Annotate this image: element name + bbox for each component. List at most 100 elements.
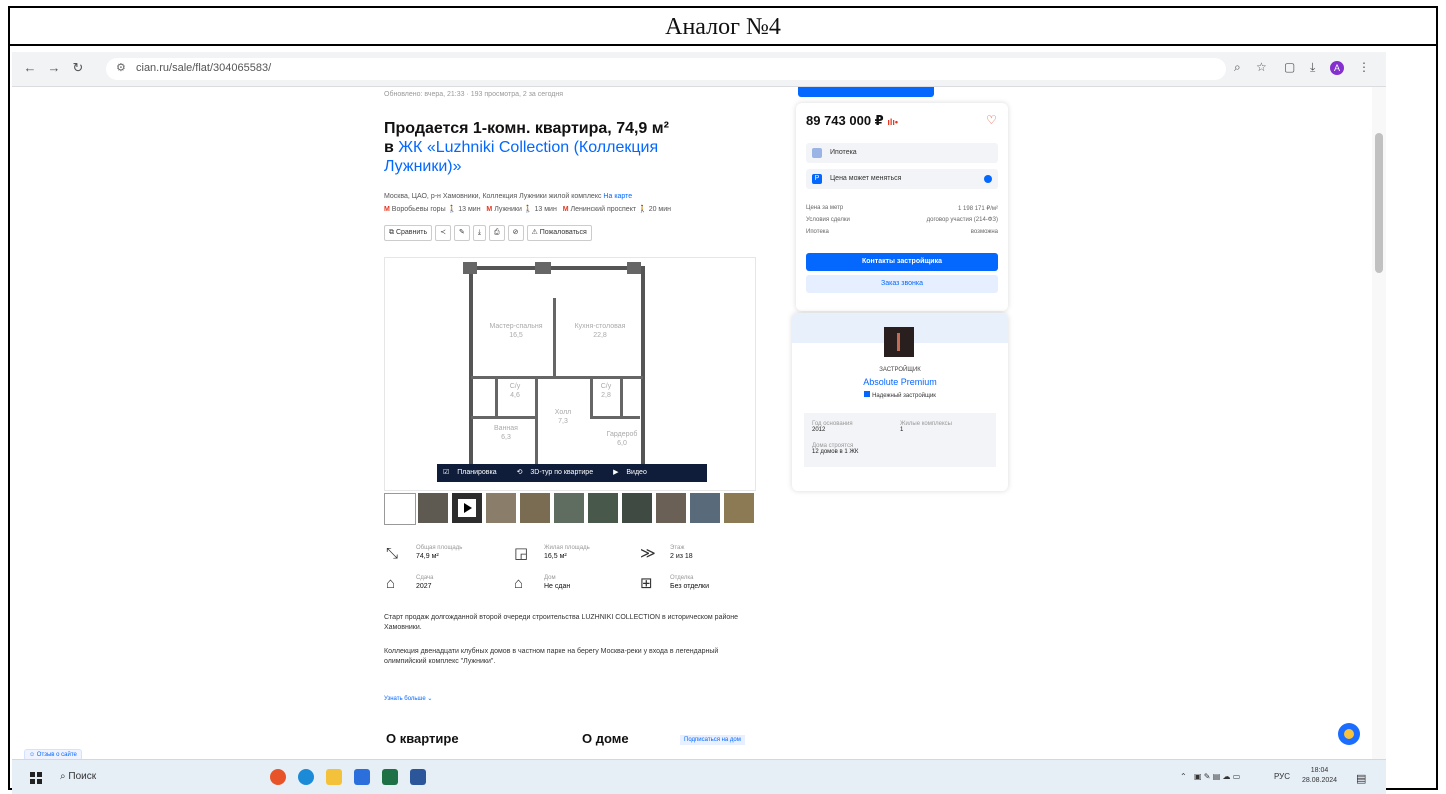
developer-name[interactable]: Absolute Premium [792,377,1008,387]
metro-time: 20 мин [648,206,672,213]
language-indicator[interactable]: РУС [1274,772,1290,781]
thumbnail[interactable] [724,493,754,523]
room-area: 7,3 [558,418,568,425]
floor-plan[interactable]: Мастер-спальня 16,5 Кухня-столовая 22,8 С/… [384,257,756,491]
feature-completion: ⌂ Сдача 2027 [386,575,506,595]
chrome-app-icon[interactable] [270,769,286,785]
video-tab-label: Видео [626,469,647,476]
video-thumbnail[interactable] [452,493,482,523]
row-key: Цена за метр [806,205,844,211]
room-name: Кухня-столовая [574,323,626,330]
address-bar[interactable]: ⚙ cian.ru/sale/flat/304065583/ [106,58,1226,80]
video-tab[interactable]: ▶ Видео [607,464,659,482]
print-icon[interactable]: ⎙ [489,225,505,241]
media-bar: ☑ Планировка ⟲ 3D-тур по квартире ▶ Виде… [437,464,707,490]
site-settings-icon[interactable]: ⚙ [116,61,126,74]
zoom-icon[interactable]: ⌕ [1234,60,1241,75]
forward-icon[interactable]: → [46,60,62,76]
room-name: Холл [554,409,572,416]
plan-tab[interactable]: ☑ Планировка [437,464,509,482]
bookmark-star-icon[interactable]: ☆ [1256,60,1267,74]
word-app-icon[interactable] [410,769,426,785]
price-per-meter-row: Цена за метр 1 198 171 ₽/м² [806,205,998,214]
thumbnail[interactable] [418,493,448,523]
info-icon[interactable] [984,175,992,183]
back-icon[interactable]: ← [22,60,38,76]
metro-name[interactable]: Воробьевы горы [392,206,446,213]
notifications-icon[interactable]: ▤ [1356,772,1366,785]
screenshot: ← → ↻ ⚙ cian.ru/sale/flat/304065583/ ⌕ ☆… [12,52,1386,794]
windows-start-icon[interactable] [30,772,42,784]
developer-logo[interactable] [884,327,914,357]
room-area: 4,6 [510,392,520,399]
complain-button[interactable]: ⚠ Пожаловаться [526,225,592,241]
chat-button[interactable] [1338,723,1360,745]
mortgage-option[interactable]: Ипотека [806,143,998,163]
living-area-icon: ◲ [514,545,529,562]
thumbnail[interactable] [554,493,584,523]
hide-icon[interactable]: ⊘ [507,225,524,241]
complain-label: Пожаловаться [539,229,587,236]
excel-app-icon[interactable] [382,769,398,785]
read-more-link[interactable]: Узнать больше ⌄ [384,695,432,702]
tray-chevron-icon[interactable]: ⌃ [1180,772,1187,781]
metro-name[interactable]: Лужники [494,206,522,213]
thumbnail[interactable] [690,493,720,523]
price: 89 743 000 ₽ ılı• [806,113,898,129]
metro-time: 13 мин [458,206,481,213]
edit-icon[interactable]: ✎ [454,225,470,241]
thumbnail[interactable] [384,493,416,525]
share-icon[interactable]: ≺ [435,225,452,241]
map-link[interactable]: На карте [603,193,632,200]
extensions-icon[interactable]: ▢ [1284,60,1295,74]
top-blue-button[interactable] [798,87,934,97]
listing-title-text: Продается 1-комн. квартира, 74,9 м² [384,120,669,137]
feature-value: 2027 [416,583,432,590]
tour-tab[interactable]: ⟲ 3D-тур по квартире [511,464,606,482]
metro-time: 13 мин [534,206,557,213]
plan-tab-label: Планировка [457,469,497,476]
page-scrollbar[interactable] [1372,87,1386,759]
compare-button[interactable]: ⧉ Сравнить [384,225,433,241]
listing-meta: Обновлено: вчера, 21:33 · 193 просмотра,… [384,91,564,98]
developer-role: ЗАСТРОЙЩИК [879,367,921,373]
price-history-icon[interactable]: ılı• [887,117,898,127]
thumbnail[interactable] [656,493,686,523]
feature-value: Не сдан [544,583,571,590]
taskbar-clock[interactable]: 18:04 28.08.2024 [1302,766,1337,786]
read-more-label: Узнать больше [384,696,426,702]
feedback-label: Отзыв о сайте [36,752,77,758]
app-icon[interactable] [354,769,370,785]
developer-contacts-button[interactable]: Контакты застройщика [806,253,998,271]
reload-icon[interactable]: ↻ [70,60,86,76]
menu-kebab-icon[interactable]: ⋮ [1358,60,1370,74]
building-icon: ⌂ [514,575,524,592]
feature-total-area: ⤡ Общая площадь 74,9 м² [386,545,506,565]
edge-app-icon[interactable] [298,769,314,785]
metro-icon: М [384,206,390,213]
scrollbar-thumb[interactable] [1375,133,1383,273]
windows-taskbar: ⌕ Поиск ⌃ ▣ ✎ ▤ ☁ ▭ РУС 18:04 28.08.2024… [12,759,1386,794]
mortgage-row: Ипотека возможна [806,229,998,238]
favorite-heart-icon[interactable]: ♡ [986,113,997,127]
file-explorer-icon[interactable] [326,769,342,785]
walk-icon: 🚶 [638,206,647,213]
thumbnail[interactable] [622,493,652,523]
profile-avatar[interactable]: A [1330,61,1344,75]
metro-name[interactable]: Ленинский проспект [570,206,636,213]
price-negotiable-option[interactable]: P Цена может меняться [806,169,998,189]
thumbnail[interactable] [588,493,618,523]
subscribe-house-button[interactable]: Подписаться на дом [680,735,745,745]
taskbar-search[interactable]: ⌕ Поиск [60,768,180,786]
download-pdf-icon[interactable]: ⤓ [472,225,487,241]
feature-finish: ⊞ Отделка Без отделки [640,575,750,595]
tray-icons[interactable]: ▣ ✎ ▤ ☁ ▭ [1194,772,1240,781]
download-icon[interactable]: ⤓ [1310,60,1315,75]
thumbnail[interactable] [486,493,516,523]
complex-link[interactable]: ЖК «Luzhniki Collection (Коллекция Лужни… [384,139,658,175]
feedback-button[interactable]: ☺ Отзыв о сайте [24,749,82,759]
thumbnail[interactable] [520,493,550,523]
callback-button[interactable]: Заказ звонка [806,275,998,293]
deal-terms-row: Условия сделки договор участия (214-ФЗ) [806,217,998,226]
photos-tab[interactable]: ▣ 22 фото [437,482,496,490]
